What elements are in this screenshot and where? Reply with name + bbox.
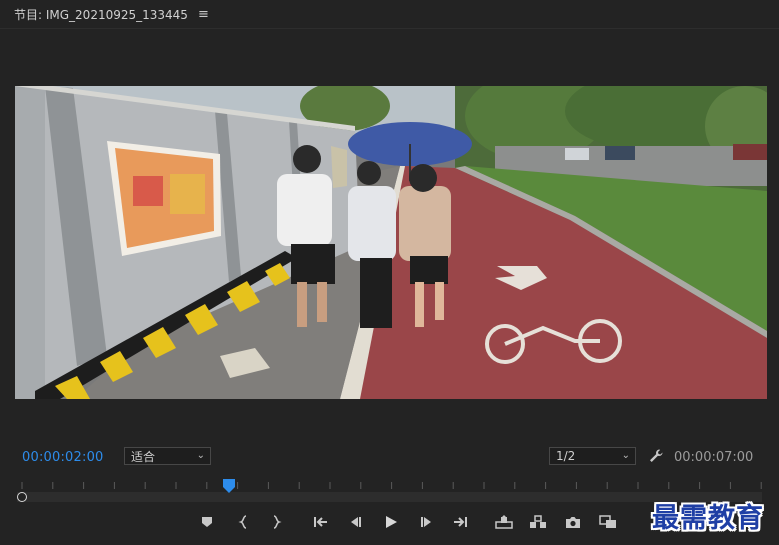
comparison-view-button[interactable] bbox=[597, 512, 619, 532]
lift-button[interactable] bbox=[493, 512, 515, 532]
camera-icon bbox=[566, 516, 580, 528]
extract-icon bbox=[530, 515, 546, 528]
zoom-level-select[interactable]: 适合 ⌄ bbox=[124, 447, 211, 465]
go-to-out-button[interactable] bbox=[449, 512, 471, 532]
timecode-bar: 00:00:02:00 适合 ⌄ 1/2 ⌄ 00:00:07:00 bbox=[0, 444, 779, 472]
go-to-out-icon bbox=[454, 517, 467, 527]
mark-in-icon bbox=[238, 515, 247, 529]
extract-button[interactable] bbox=[527, 512, 549, 532]
scrub-track[interactable] bbox=[17, 492, 762, 502]
ruler-ticks bbox=[21, 482, 762, 489]
playback-resolution-select[interactable]: 1/2 ⌄ bbox=[549, 447, 636, 465]
mark-out-button[interactable] bbox=[265, 512, 287, 532]
lift-icon bbox=[495, 515, 513, 529]
zoom-level-value: 适合 bbox=[131, 449, 156, 464]
step-back-icon bbox=[351, 517, 361, 527]
step-forward-icon bbox=[421, 517, 431, 527]
step-forward-button[interactable] bbox=[416, 512, 438, 532]
go-to-in-button[interactable] bbox=[310, 512, 332, 532]
hamburger-icon[interactable]: ≡ bbox=[198, 7, 209, 22]
playhead-timecode[interactable]: 00:00:02:00 bbox=[22, 450, 104, 465]
chevron-down-icon: ⌄ bbox=[196, 450, 205, 461]
add-marker-button[interactable] bbox=[196, 512, 218, 532]
marker-icon bbox=[202, 517, 212, 527]
wrench-icon[interactable] bbox=[648, 448, 664, 468]
chevron-down-icon: ⌄ bbox=[621, 450, 630, 461]
mark-out-icon bbox=[273, 515, 282, 529]
play-icon bbox=[386, 516, 397, 528]
play-button[interactable] bbox=[380, 512, 402, 532]
export-frame-button[interactable] bbox=[562, 512, 584, 532]
go-to-in-icon bbox=[314, 517, 327, 527]
in-point-handle[interactable] bbox=[17, 492, 27, 502]
duration-timecode: 00:00:07:00 bbox=[674, 450, 754, 465]
playback-resolution-value: 1/2 bbox=[556, 449, 576, 463]
mark-in-button[interactable] bbox=[233, 512, 255, 532]
step-back-button[interactable] bbox=[344, 512, 366, 532]
header-divider bbox=[0, 28, 779, 29]
comparison-icon bbox=[599, 515, 616, 528]
program-monitor-video[interactable] bbox=[15, 86, 767, 399]
panel-title: 节目: IMG_20210925_133445 bbox=[14, 7, 188, 22]
video-frame-image bbox=[15, 86, 767, 399]
watermark-logo: 最需教育 bbox=[652, 503, 764, 534]
panel-header: 节目: IMG_20210925_133445 ≡ bbox=[0, 0, 779, 28]
playhead-icon[interactable] bbox=[223, 478, 236, 497]
